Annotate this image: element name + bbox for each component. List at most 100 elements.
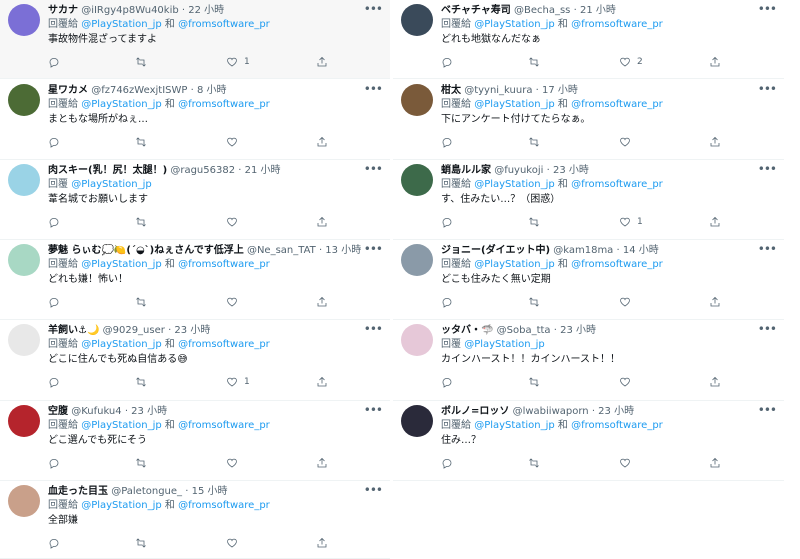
mention-link[interactable]: @fromsoftware_pr [571,19,663,30]
reply-button[interactable] [48,375,60,389]
display-name[interactable]: ジョニー(ダイエット中) [441,245,550,256]
timestamp[interactable]: · 21 小時 [238,165,280,176]
mention-link[interactable]: @fromsoftware_pr [178,99,270,110]
reply-button[interactable] [48,456,60,470]
display-name[interactable]: 羊飼い⚓🌙 [48,325,99,336]
avatar[interactable] [401,84,433,116]
avatar[interactable] [8,84,40,116]
user-handle[interactable]: @Soba_tta [497,325,551,336]
user-handle[interactable]: @lwabiiwaporn [513,406,589,417]
more-options-icon[interactable]: ••• [364,82,383,96]
retweet-button[interactable] [135,215,147,229]
more-options-icon[interactable]: ••• [758,82,777,96]
share-button[interactable] [316,536,328,550]
display-name[interactable]: サカナ [48,5,78,16]
like-button[interactable] [226,215,244,229]
timestamp[interactable]: · 14 小時 [617,245,659,256]
more-options-icon[interactable]: ••• [758,162,777,176]
retweet-button[interactable] [528,456,540,470]
retweet-button[interactable] [135,536,147,550]
reply-button[interactable] [441,456,453,470]
avatar[interactable] [401,4,433,36]
user-handle[interactable]: @fz746zWexjtISWP [91,85,187,96]
mention-link[interactable]: @PlayStation_jp [474,99,555,110]
retweet-button[interactable] [135,456,147,470]
timestamp[interactable]: · 23 小時 [554,325,596,336]
display-name[interactable]: 肉スキー(乳！尻！太腿！) [48,165,167,176]
mention-link[interactable]: @PlayStation_jp [474,179,555,190]
avatar[interactable] [401,324,433,356]
share-button[interactable] [316,55,328,69]
retweet-button[interactable] [135,295,147,309]
user-handle[interactable]: @Ne_san_TAT [247,245,316,256]
tweet[interactable]: サカナ @iIRgy4p8Wu40kib · 22 小時 ••• 回覆給 @Pl… [0,0,390,79]
display-name[interactable]: 血走った目玉 [48,486,108,497]
mention-link[interactable]: @fromsoftware_pr [178,19,270,30]
reply-button[interactable] [441,55,453,69]
like-button[interactable] [226,456,244,470]
retweet-button[interactable] [528,295,540,309]
display-name[interactable]: 夢魅 らぃむ💭🍋(´◒`)ねぇさんです低浮上 [48,245,244,256]
tweet[interactable]: 蛸島ルル家 @fuyukoji · 23 小時 ••• 回覆給 @PlaySta… [393,160,784,240]
share-button[interactable] [316,135,328,149]
retweet-button[interactable] [135,375,147,389]
display-name[interactable]: 星ワカメ [48,85,88,96]
retweet-button[interactable] [528,55,540,69]
like-button[interactable] [619,456,637,470]
share-button[interactable] [709,215,721,229]
timestamp[interactable]: · 17 小時 [536,85,578,96]
avatar[interactable] [8,405,40,437]
timestamp[interactable]: · 22 小時 [182,5,224,16]
display-name[interactable]: ボルノ=ロッソ [441,406,509,417]
display-name[interactable]: ベチャチャ寿司 [441,5,511,16]
more-options-icon[interactable]: ••• [758,242,777,256]
like-button[interactable]: 1 [619,215,643,229]
user-handle[interactable]: @ragu56382 [170,165,235,176]
user-handle[interactable]: @tyyni_kuura [464,85,532,96]
like-button[interactable]: 1 [226,55,250,69]
more-options-icon[interactable]: ••• [758,403,777,417]
avatar[interactable] [8,324,40,356]
share-button[interactable] [709,375,721,389]
avatar[interactable] [401,164,433,196]
tweet[interactable]: 柑太 @tyyni_kuura · 17 小時 ••• 回覆給 @PlaySta… [393,80,784,160]
display-name[interactable]: ッタバ・🦈 [441,325,493,336]
user-handle[interactable]: @kam18ma [553,245,613,256]
more-options-icon[interactable]: ••• [364,483,383,497]
share-button[interactable] [316,456,328,470]
reply-button[interactable] [48,135,60,149]
more-options-icon[interactable]: ••• [364,242,383,256]
retweet-button[interactable] [528,375,540,389]
mention-link[interactable]: @PlayStation_jp [464,339,545,350]
mention-link[interactable]: @PlayStation_jp [81,500,162,511]
tweet[interactable]: ボルノ=ロッソ @lwabiiwaporn · 23 小時 ••• 回覆給 @P… [393,401,784,481]
more-options-icon[interactable]: ••• [364,2,383,16]
mention-link[interactable]: @fromsoftware_pr [178,259,270,270]
tweet[interactable]: 羊飼い⚓🌙 @9029_user · 23 小時 ••• 回覆給 @PlaySt… [0,320,390,401]
mention-link[interactable]: @PlayStation_jp [81,339,162,350]
display-name[interactable]: 空腹 [48,406,68,417]
mention-link[interactable]: @PlayStation_jp [81,420,162,431]
tweet[interactable]: ッタバ・🦈 @Soba_tta · 23 小時 ••• 回覆 @PlayStat… [393,320,784,401]
user-handle[interactable]: @Paletongue_ [111,486,182,497]
avatar[interactable] [401,244,433,276]
timestamp[interactable]: · 23 小時 [592,406,634,417]
mention-link[interactable]: @PlayStation_jp [81,259,162,270]
display-name[interactable]: 柑太 [441,85,461,96]
mention-link[interactable]: @fromsoftware_pr [571,179,663,190]
like-button[interactable] [226,536,244,550]
mention-link[interactable]: @PlayStation_jp [474,420,555,431]
reply-button[interactable] [441,215,453,229]
reply-button[interactable] [48,295,60,309]
avatar[interactable] [8,244,40,276]
timestamp[interactable]: · 15 小時 [185,486,227,497]
display-name[interactable]: 蛸島ルル家 [441,165,491,176]
like-button[interactable]: 1 [226,375,250,389]
retweet-button[interactable] [528,135,540,149]
like-button[interactable] [619,375,637,389]
timestamp[interactable]: · 23 小時 [547,165,589,176]
mention-link[interactable]: @PlayStation_jp [81,99,162,110]
tweet[interactable]: 血走った目玉 @Paletongue_ · 15 小時 ••• 回覆給 @Pla… [0,481,390,559]
avatar[interactable] [8,485,40,517]
mention-link[interactable]: @fromsoftware_pr [178,339,270,350]
